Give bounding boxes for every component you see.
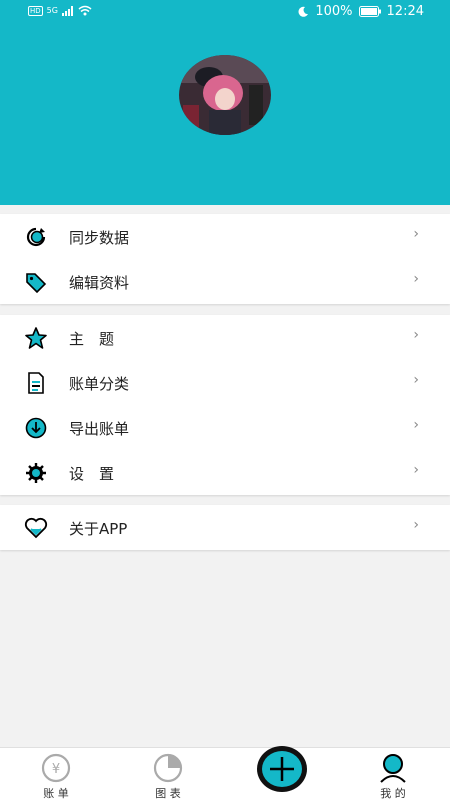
menu-label: 设 置 [69, 465, 115, 483]
menu-label: 同步数据 [69, 229, 130, 247]
tab-bill[interactable]: ¥ 账 单 [26, 748, 86, 801]
profile-header: HD 5G 100% 12:24 [0, 0, 450, 205]
add-bill-button[interactable] [257, 746, 307, 792]
menu-group-1: 同步数据 › 编辑资料 › [0, 214, 450, 304]
menu-group-2: 主 题 › 账单分类 › 导出账单 › 设 置 › [0, 315, 450, 495]
chevron-right-icon: › [413, 462, 419, 478]
avatar[interactable] [179, 55, 271, 135]
menu-item-about[interactable]: 关于APP › [0, 505, 450, 550]
chevron-right-icon: › [413, 327, 419, 343]
tab-label: 图 表 [155, 787, 181, 800]
menu-label: 编辑资料 [69, 274, 130, 292]
chevron-right-icon: › [413, 226, 419, 242]
chevron-right-icon: › [413, 372, 419, 388]
menu-item-settings[interactable]: 设 置 › [0, 450, 450, 495]
heart-icon [24, 517, 48, 539]
moon-icon [298, 6, 309, 17]
menu-item-export-bill[interactable]: 导出账单 › [0, 405, 450, 450]
status-bar: HD 5G 100% 12:24 [0, 0, 450, 26]
plus-icon [270, 757, 294, 781]
pie-chart-icon [153, 753, 183, 783]
menu-item-bill-category[interactable]: 账单分类 › [0, 360, 450, 405]
signal-icon [61, 5, 73, 16]
tab-label: 我 的 [380, 787, 406, 800]
document-icon [28, 372, 44, 394]
tag-icon [26, 273, 47, 293]
tab-chart[interactable]: 图 表 [138, 748, 198, 801]
menu-label: 导出账单 [69, 420, 130, 438]
gear-icon [26, 463, 46, 483]
menu-group-3: 关于APP › [0, 505, 450, 550]
star-icon [25, 327, 47, 349]
chevron-right-icon: › [413, 271, 419, 287]
menu-label: 主 题 [69, 330, 115, 348]
bottom-tab-bar: ¥ 账 单 图 表 我 的 [0, 747, 450, 801]
menu-label: 关于APP [69, 520, 128, 538]
yen-icon: ¥ [41, 753, 71, 783]
tab-mine[interactable]: 我 的 [363, 748, 423, 801]
menu-item-sync-data[interactable]: 同步数据 › [0, 214, 450, 259]
add-button-fill [262, 751, 302, 787]
hd-badge: HD [28, 5, 43, 16]
clock: 12:24 [386, 4, 424, 19]
svg-text:¥: ¥ [52, 762, 60, 777]
chevron-right-icon: › [413, 417, 419, 433]
battery-icon [358, 6, 381, 17]
sync-icon [26, 227, 46, 247]
user-icon [380, 754, 406, 783]
chevron-right-icon: › [413, 517, 419, 533]
menu-label: 账单分类 [69, 375, 130, 393]
wifi-icon [78, 5, 92, 16]
network-label: 5G [46, 6, 58, 15]
menu-item-theme[interactable]: 主 题 › [0, 315, 450, 360]
menu-item-edit-profile[interactable]: 编辑资料 › [0, 259, 450, 304]
tab-label: 账 单 [43, 787, 69, 800]
battery-percent: 100% [315, 4, 353, 19]
download-icon [25, 417, 47, 439]
